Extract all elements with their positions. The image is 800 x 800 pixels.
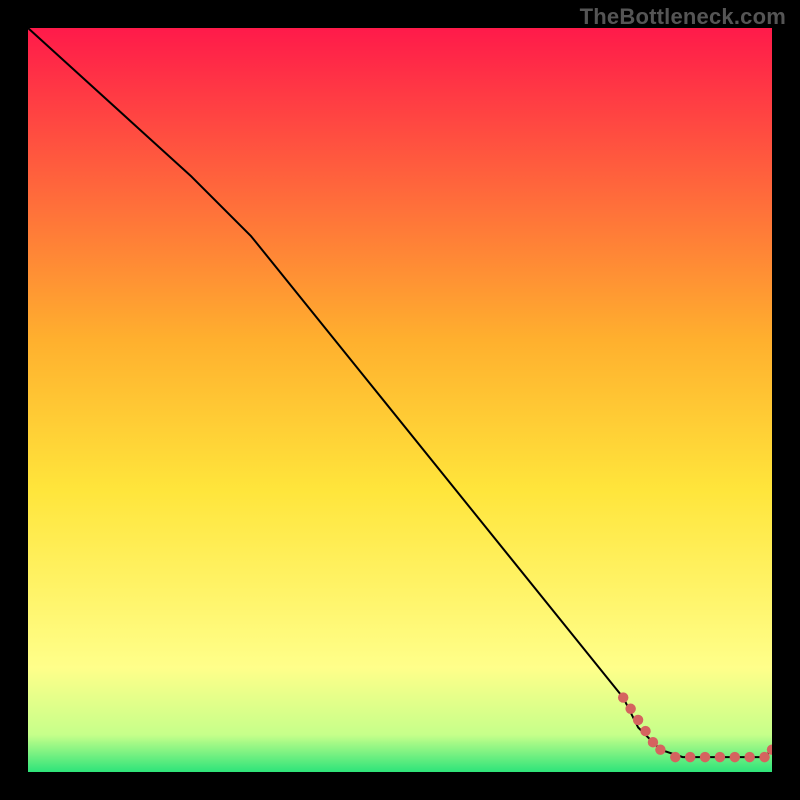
scatter-point [618, 692, 628, 702]
scatter-point [715, 752, 725, 762]
scatter-point [640, 726, 650, 736]
scatter-point [685, 752, 695, 762]
plot-svg [28, 28, 772, 772]
watermark-label: TheBottleneck.com [580, 4, 786, 30]
plot-area [28, 28, 772, 772]
scatter-point [625, 704, 635, 714]
scatter-point [670, 752, 680, 762]
chart-frame: TheBottleneck.com [0, 0, 800, 800]
scatter-point [744, 752, 754, 762]
scatter-point [655, 744, 665, 754]
scatter-point [730, 752, 740, 762]
scatter-point [633, 715, 643, 725]
gradient-background [28, 28, 772, 772]
scatter-point [648, 737, 658, 747]
scatter-point [759, 752, 769, 762]
scatter-point [700, 752, 710, 762]
